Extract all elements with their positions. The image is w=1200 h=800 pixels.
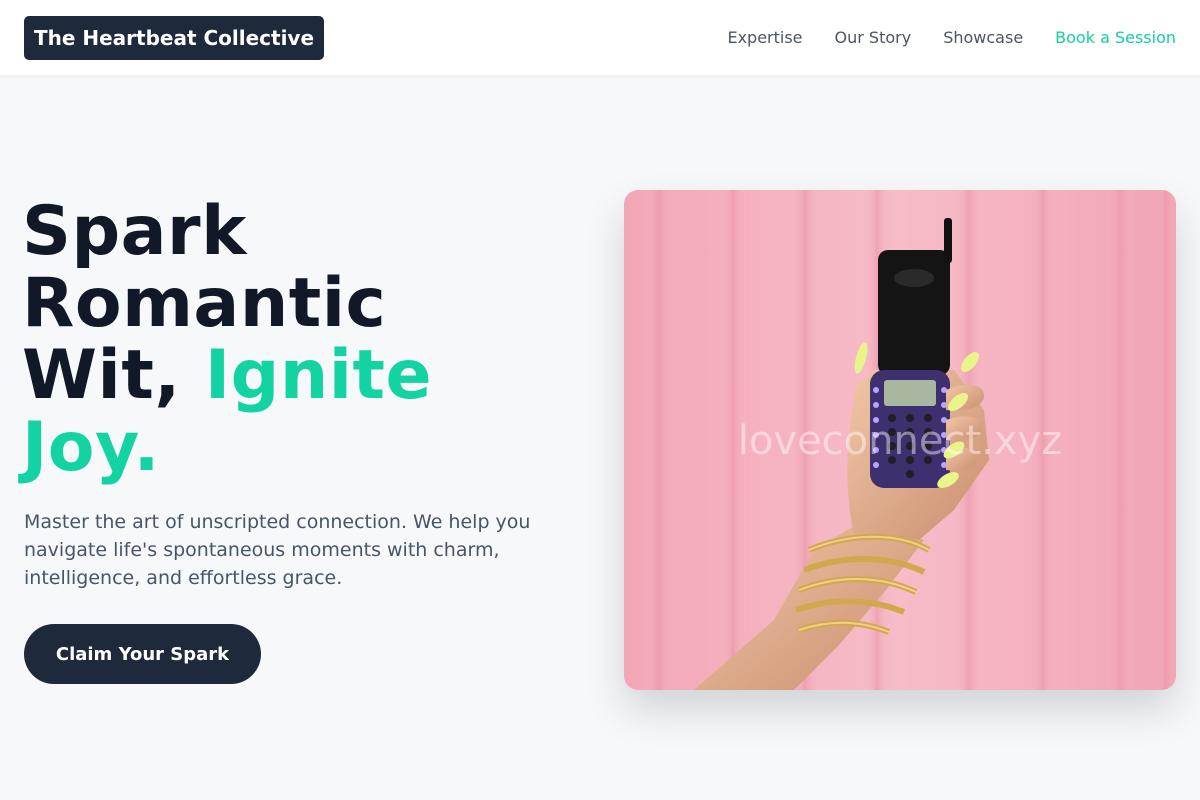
hero-title-line-1: Spark [22, 192, 247, 271]
hero-image: loveconnect.xyz [624, 190, 1176, 690]
nav-link-expertise[interactable]: Expertise [727, 28, 802, 47]
claim-spark-button[interactable]: Claim Your Spark [24, 624, 261, 684]
hero-title-line-2: Romantic [22, 264, 387, 343]
hand-holding-phone-illustration [624, 190, 1176, 690]
hero-title-line-3b: Ignite [204, 336, 433, 415]
brand-logo[interactable]: The Heartbeat Collective [24, 16, 324, 60]
hero-title: Spark Romantic Wit, Ignite Joy. [22, 196, 582, 484]
nav-link-our-story[interactable]: Our Story [835, 28, 912, 47]
hero-title-line-3a: Wit, [22, 336, 181, 415]
site-header: The Heartbeat Collective Expertise Our S… [0, 0, 1200, 76]
hero-description: Master the art of unscripted connection.… [24, 511, 531, 589]
main-nav: Expertise Our Story Showcase Book a Sess… [727, 24, 1176, 50]
hero-title-line-4: Joy. [22, 408, 160, 487]
nav-link-showcase[interactable]: Showcase [943, 28, 1023, 47]
nav-link-book-session[interactable]: Book a Session [1055, 28, 1176, 47]
